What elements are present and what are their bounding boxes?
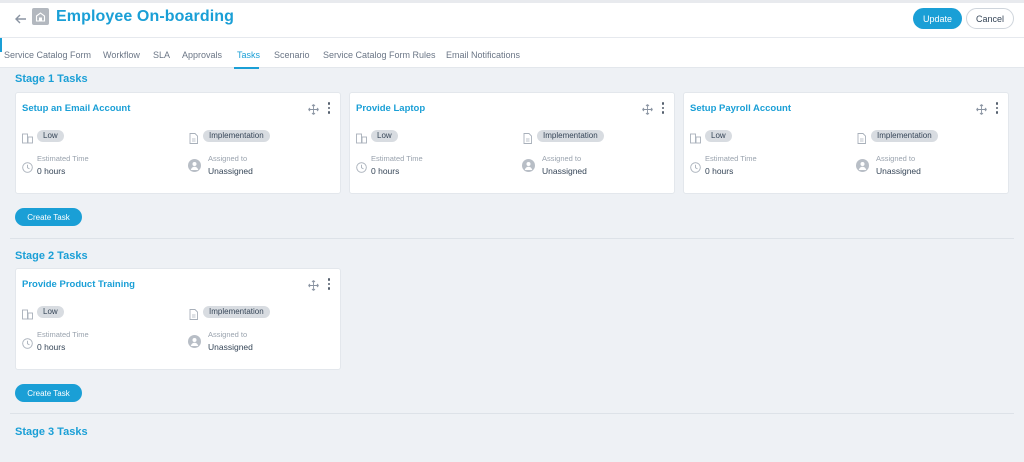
page-header: Employee On-boarding Update Cancel	[0, 0, 1024, 37]
tab-workflow[interactable]: Workflow	[103, 50, 140, 60]
user-avatar-icon	[188, 335, 201, 348]
clock-icon	[690, 160, 701, 173]
update-button[interactable]: Update	[913, 8, 962, 29]
type-badge: Implementation	[871, 130, 938, 142]
estimated-time-label: Estimated Time	[371, 154, 423, 163]
estimated-time-value: 0 hours	[37, 166, 66, 176]
kebab-icon[interactable]	[326, 278, 332, 292]
clock-icon	[356, 160, 367, 173]
kebab-icon[interactable]	[660, 102, 666, 116]
type-badge: Implementation	[203, 130, 270, 142]
tab-bar: Service Catalog Form Workflow SLA Approv…	[0, 37, 1024, 69]
stage-divider	[10, 238, 1014, 239]
type-badge: Implementation	[203, 306, 270, 318]
move-icon[interactable]	[976, 102, 987, 115]
page-title: Employee On-boarding	[56, 8, 235, 25]
active-tab-indicator	[234, 67, 259, 69]
priority-icon	[356, 131, 367, 144]
estimated-time-value: 0 hours	[705, 166, 734, 176]
estimated-time-label: Estimated Time	[37, 330, 89, 339]
assigned-to-label: Assigned to	[208, 330, 248, 339]
assigned-to-label: Assigned to	[876, 154, 916, 163]
move-icon[interactable]	[642, 102, 653, 115]
tab-tasks[interactable]: Tasks	[237, 50, 260, 60]
priority-badge: Low	[37, 130, 64, 142]
tab-sla[interactable]: SLA	[153, 50, 170, 60]
tabbar-accent	[0, 38, 2, 52]
stage-1-title: Stage 1 Tasks	[15, 73, 88, 85]
stage-2-title: Stage 2 Tasks	[15, 250, 88, 262]
create-task-button[interactable]: Create Task	[15, 208, 82, 226]
catalog-icon	[32, 8, 49, 25]
tab-service-catalog-form-rules[interactable]: Service Catalog Form Rules	[323, 50, 436, 60]
priority-icon	[690, 131, 701, 144]
estimated-time-label: Estimated Time	[37, 154, 89, 163]
priority-badge: Low	[705, 130, 732, 142]
task-title[interactable]: Provide Product Training	[22, 279, 135, 290]
task-card[interactable]: Provide Product Training Low Implementat…	[15, 268, 341, 370]
estimated-time-value: 0 hours	[371, 166, 400, 176]
estimated-time-label: Estimated Time	[705, 154, 757, 163]
document-icon	[188, 131, 199, 144]
document-icon	[856, 131, 867, 144]
create-task-button[interactable]: Create Task	[15, 384, 82, 402]
task-title[interactable]: Setup Payroll Account	[690, 103, 791, 114]
assigned-to-value: Unassigned	[542, 166, 587, 176]
move-icon[interactable]	[308, 278, 319, 291]
cancel-button[interactable]: Cancel	[966, 8, 1014, 29]
priority-badge: Low	[371, 130, 398, 142]
user-avatar-icon	[856, 159, 869, 172]
tab-scenario[interactable]: Scenario	[274, 50, 310, 60]
stage-3-title: Stage 3 Tasks	[15, 426, 88, 438]
tab-approvals[interactable]: Approvals	[182, 50, 222, 60]
estimated-time-value: 0 hours	[37, 342, 66, 352]
document-icon	[188, 307, 199, 320]
assigned-to-value: Unassigned	[208, 166, 253, 176]
stage-divider	[10, 413, 1014, 414]
kebab-icon[interactable]	[994, 102, 1000, 116]
tab-email-notifications[interactable]: Email Notifications	[446, 50, 520, 60]
move-icon[interactable]	[308, 102, 319, 115]
assigned-to-value: Unassigned	[208, 342, 253, 352]
document-icon	[522, 131, 533, 144]
kebab-icon[interactable]	[326, 102, 332, 116]
task-title[interactable]: Provide Laptop	[356, 103, 425, 114]
priority-icon	[22, 307, 33, 320]
priority-badge: Low	[37, 306, 64, 318]
clock-icon	[22, 160, 33, 173]
task-title[interactable]: Setup an Email Account	[22, 103, 130, 114]
arrow-left-icon[interactable]	[13, 11, 29, 27]
task-card[interactable]: Provide Laptop Low Implementation Estima…	[349, 92, 675, 194]
tab-service-catalog-form[interactable]: Service Catalog Form	[4, 50, 91, 60]
type-badge: Implementation	[537, 130, 604, 142]
assigned-to-label: Assigned to	[542, 154, 582, 163]
user-avatar-icon	[188, 159, 201, 172]
assigned-to-label: Assigned to	[208, 154, 248, 163]
task-card[interactable]: Setup an Email Account Low Implementatio…	[15, 92, 341, 194]
priority-icon	[22, 131, 33, 144]
task-card[interactable]: Setup Payroll Account Low Implementation…	[683, 92, 1009, 194]
clock-icon	[22, 336, 33, 349]
user-avatar-icon	[522, 159, 535, 172]
assigned-to-value: Unassigned	[876, 166, 921, 176]
